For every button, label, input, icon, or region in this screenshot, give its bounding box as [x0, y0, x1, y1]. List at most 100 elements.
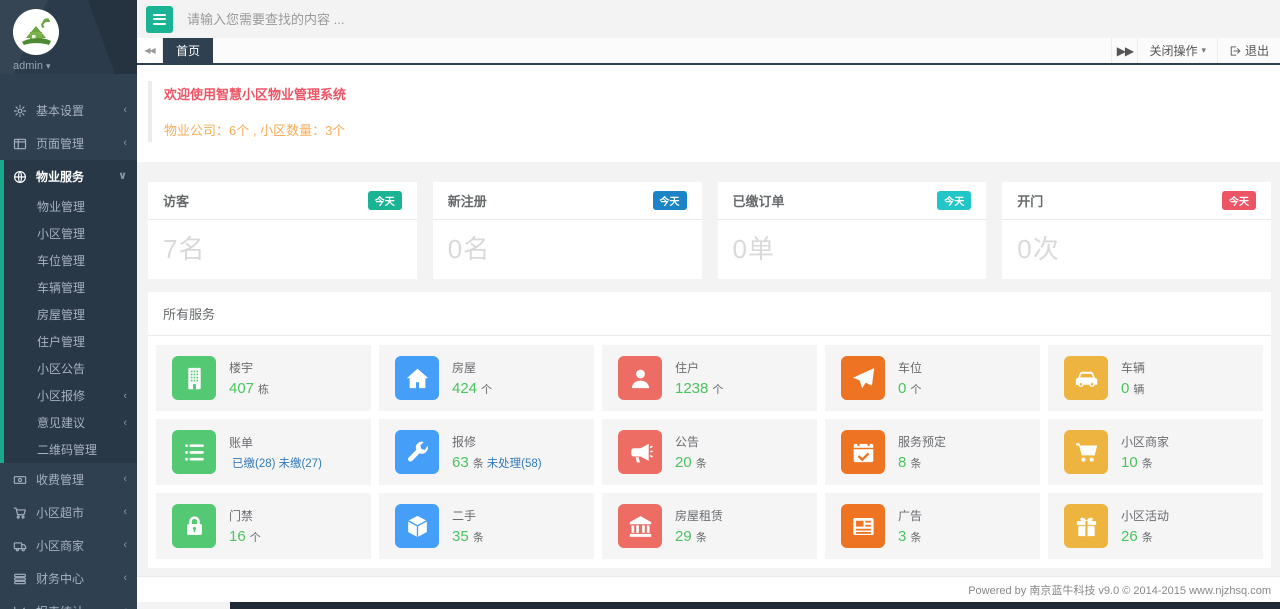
chevron-left-icon: ‹	[123, 540, 127, 551]
username: admin	[13, 60, 43, 72]
menu-toggle-button[interactable]	[146, 6, 173, 33]
sidebar-subitem-label: 二维码管理	[37, 441, 97, 458]
service-tile-text: 小区活动26条	[1121, 507, 1169, 545]
status-badge: 今天	[937, 191, 971, 210]
chevron-left-icon: ‹	[123, 390, 127, 402]
content-spacer	[137, 568, 1280, 576]
sidebar-item-物业服务[interactable]: 物业服务∨	[4, 160, 137, 193]
sidebar-item-基本设置[interactable]: 基本设置‹	[0, 94, 137, 127]
service-tile-楼宇[interactable]: 楼宇 407栋	[156, 345, 371, 411]
service-tile-label: 报修	[452, 433, 542, 450]
stat-card-header: 访客今天	[148, 182, 417, 220]
service-tile-link[interactable]: 已缴(28)	[232, 458, 275, 470]
sidebar-item-小区超市[interactable]: 小区超市‹	[0, 496, 137, 529]
service-tile-车辆[interactable]: 车辆0辆	[1048, 345, 1263, 411]
status-badge: 今天	[1222, 191, 1256, 210]
stat-card-value: 0单	[718, 220, 987, 279]
service-tile-text: 门禁16个	[229, 507, 261, 545]
welcome-quote: 欢迎使用智慧小区物业管理系统 物业公司：6个 , 小区数量：3个	[148, 81, 1265, 142]
tab-bar-right: ▶▶ 关闭操作 ▾ 退出	[1111, 38, 1280, 63]
sidebar-subitem-小区公告[interactable]: 小区公告	[4, 355, 137, 382]
service-tile-账单[interactable]: 账单已缴(28)未缴(27)	[156, 419, 371, 485]
service-tile-小区活动[interactable]: 小区活动26条	[1048, 493, 1263, 559]
service-tile-unit: 条	[696, 458, 707, 470]
list-icon	[172, 430, 216, 474]
services-grid: 楼宇 407栋 房屋424个住户1238个车位0个车辆0辆账单已缴(28)未缴(27…	[148, 336, 1271, 568]
service-tile-广告[interactable]: 广告3条	[825, 493, 1040, 559]
gear-icon	[13, 104, 27, 118]
sidebar-item-页面管理[interactable]: 页面管理‹	[0, 127, 137, 160]
sidebar-subitem-房屋管理[interactable]: 房屋管理	[4, 301, 137, 328]
service-tile-服务预定[interactable]: 服务预定8条	[825, 419, 1040, 485]
sidebar-subitem-二维码管理[interactable]: 二维码管理	[4, 436, 137, 463]
service-tile-住户[interactable]: 住户1238个	[602, 345, 817, 411]
service-tile-value: 407栋	[229, 380, 269, 397]
service-tile-label: 楼宇	[229, 359, 269, 376]
service-tile-unit: 个	[481, 384, 492, 396]
service-tile-label: 房屋租赁	[675, 507, 723, 524]
sidebar-item-报表统计[interactable]: 报表统计‹	[0, 595, 137, 609]
sidebar-item-小区商家[interactable]: 小区商家‹	[0, 529, 137, 562]
sidebar-subitem-小区报修[interactable]: 小区报修 ‹	[4, 382, 137, 409]
sidebar-subitem-车位管理[interactable]: 车位管理	[4, 247, 137, 274]
service-tile-label: 服务预定	[898, 433, 946, 450]
service-tile-房屋[interactable]: 房屋424个	[379, 345, 594, 411]
sidebar-subitem-物业管理[interactable]: 物业管理	[4, 193, 137, 220]
sidebar-subitem-label: 意见建议	[37, 414, 85, 431]
sidebar-subitem-label: 小区报修	[37, 387, 85, 404]
service-tile-unit: 条	[473, 532, 484, 544]
sidebar-item-收费管理[interactable]: 收费管理‹	[0, 463, 137, 496]
sidebar-subitem-意见建议[interactable]: 意见建议 ‹	[4, 409, 137, 436]
service-tile-text: 账单已缴(28)未缴(27)	[229, 434, 322, 471]
forward-icon: ▶▶	[1117, 44, 1133, 58]
service-tile-报修[interactable]: 报修 63条未处理(58)	[379, 419, 594, 485]
tab-scroll-left-button[interactable]: ◀◀	[137, 38, 163, 63]
sidebar-subitem-label: 物业管理	[37, 198, 85, 215]
sidebar-item-财务中心[interactable]: 财务中心‹	[0, 562, 137, 595]
sidebar-subitem-住户管理[interactable]: 住户管理	[4, 328, 137, 355]
layers-icon	[13, 572, 27, 586]
service-tile-车位[interactable]: 车位0个	[825, 345, 1040, 411]
stat-card-访客: 访客今天7名	[148, 182, 417, 279]
user-menu[interactable]: admin ▾	[13, 60, 137, 72]
chevron-left-icon: ‹	[123, 417, 127, 429]
service-tile-link[interactable]: 未处理(58)	[487, 458, 542, 470]
search-input[interactable]	[187, 12, 607, 27]
stat-card-开门: 开门今天0次	[1002, 182, 1271, 279]
service-tile-房屋租赁[interactable]: 房屋租赁29条	[602, 493, 817, 559]
service-tile-text: 二手35条	[452, 507, 484, 545]
service-tile-二手[interactable]: 二手35条	[379, 493, 594, 559]
main-area: ◀◀ 首页 ▶▶ 关闭操作 ▾ 退出 欢迎使用智慧小区物业管理系统 物业公司：6…	[137, 0, 1280, 609]
service-tile-value: 63条未处理(58)	[452, 454, 542, 471]
tab-home[interactable]: 首页	[163, 38, 213, 63]
service-tile-unit: 辆	[1133, 384, 1144, 396]
sidebar-subitem-车辆管理[interactable]: 车辆管理	[4, 274, 137, 301]
sidebar-item-label: 基本设置	[36, 102, 84, 119]
close-operations-label: 关闭操作	[1149, 42, 1197, 59]
sidebar-group-0: 基本设置‹	[0, 94, 137, 127]
service-tile-text: 房屋租赁29条	[675, 507, 723, 545]
stat-card-title: 开门	[1017, 191, 1043, 210]
chevron-left-icon: ‹	[123, 138, 127, 149]
service-tile-text: 公告20条	[675, 433, 707, 471]
service-tile-number: 1238	[675, 380, 708, 397]
tab-scroll-right-button[interactable]: ▶▶	[1111, 38, 1137, 63]
service-tile-门禁[interactable]: 门禁16个	[156, 493, 371, 559]
status-badge: 今天	[368, 191, 402, 210]
service-tile-公告[interactable]: 公告20条	[602, 419, 817, 485]
service-tile-number: 35	[452, 528, 469, 545]
avatar[interactable]	[13, 9, 59, 55]
chevron-down-icon: ▾	[46, 61, 51, 71]
service-tile-小区商家[interactable]: 小区商家10条	[1048, 419, 1263, 485]
sidebar-item-label: 物业服务	[36, 168, 84, 185]
sidebar-subitem-小区管理[interactable]: 小区管理	[4, 220, 137, 247]
service-tile-unit: 条	[1142, 458, 1153, 470]
service-tile-number: 16	[229, 528, 246, 545]
chevron-down-icon: ▾	[1201, 45, 1206, 56]
close-operations-dropdown[interactable]: 关闭操作 ▾	[1137, 38, 1217, 63]
logout-button[interactable]: 退出	[1217, 38, 1280, 63]
service-tile-link[interactable]: 未缴(27)	[278, 458, 321, 470]
sidebar-item-label: 报表统计	[36, 603, 84, 609]
sidebar-group-3: 收费管理‹	[0, 463, 137, 496]
service-tile-number: 8	[898, 454, 906, 471]
